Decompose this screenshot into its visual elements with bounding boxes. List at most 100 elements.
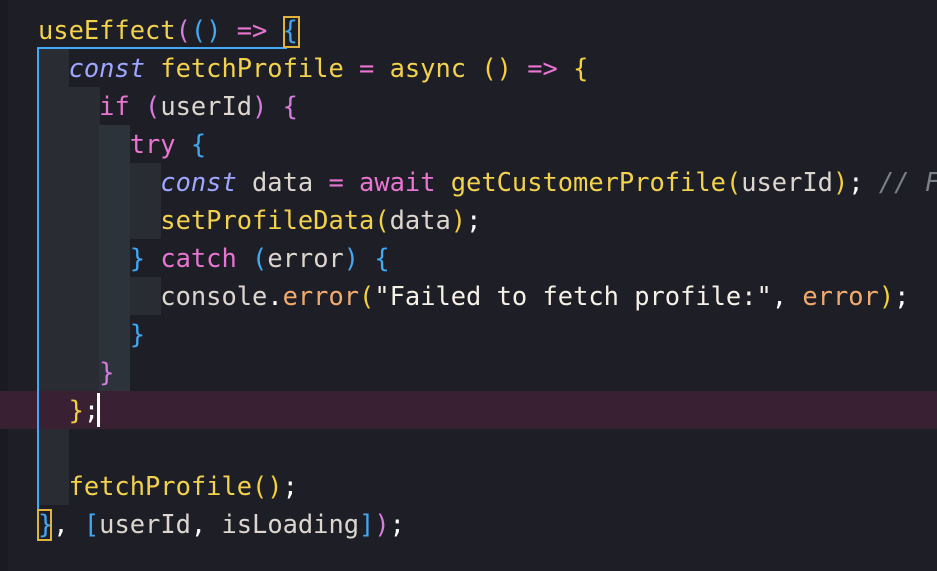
code-line[interactable]: } bbox=[0, 315, 937, 353]
code-token: ( bbox=[145, 91, 161, 121]
code-token: // F bbox=[863, 167, 937, 197]
code-line[interactable]: const data = await getCustomerProfile(us… bbox=[0, 163, 937, 201]
code-token: try bbox=[129, 129, 176, 159]
code-line[interactable]: console.error("Failed to fetch profile:"… bbox=[0, 277, 937, 315]
code-token: ; bbox=[389, 509, 405, 539]
code-token: { bbox=[190, 129, 207, 159]
code-text: } bbox=[38, 315, 145, 353]
code-line[interactable]: useEffect(() => { bbox=[0, 11, 937, 49]
code-line[interactable]: const fetchProfile = async () => { bbox=[0, 49, 937, 87]
code-token: ; bbox=[466, 205, 482, 235]
code-token: ( bbox=[725, 167, 742, 197]
code-token: , bbox=[190, 509, 222, 539]
code-token: ) bbox=[878, 281, 895, 311]
code-token: getCustomerProfile bbox=[435, 167, 726, 197]
code-token: error bbox=[282, 281, 360, 311]
code-text: if (userId) { bbox=[38, 87, 298, 125]
code-token: data bbox=[389, 205, 451, 235]
code-token: () bbox=[190, 15, 222, 45]
code-token: ] bbox=[359, 509, 375, 539]
code-text: useEffect(() => { bbox=[38, 11, 298, 49]
code-text: }; bbox=[38, 391, 100, 429]
code-text: } bbox=[38, 353, 114, 391]
code-token: fetchProfile bbox=[68, 471, 253, 501]
code-token: , bbox=[53, 509, 84, 539]
code-token: const bbox=[160, 167, 237, 197]
code-text: const fetchProfile = async () => { bbox=[38, 49, 589, 87]
active-scope-guide bbox=[37, 49, 39, 515]
code-token: . bbox=[267, 281, 283, 311]
code-text: }, [userId, isLoading]); bbox=[38, 505, 405, 543]
code-token: ) bbox=[832, 167, 849, 197]
code-editor[interactable]: useEffect(() => { const fetchProfile = a… bbox=[0, 0, 937, 571]
active-scope-guide bbox=[37, 47, 287, 49]
code-token: setProfileData bbox=[160, 205, 375, 235]
code-line[interactable]: } catch (error) { bbox=[0, 239, 937, 277]
code-token: () bbox=[481, 53, 512, 83]
code-token: "Failed to fetch profile:" bbox=[374, 281, 772, 311]
code-token: ) bbox=[450, 205, 467, 235]
code-line[interactable]: setProfileData(data); bbox=[0, 201, 937, 239]
code-token: } bbox=[129, 243, 146, 273]
code-token: } bbox=[68, 395, 84, 425]
current-line[interactable]: }; bbox=[0, 391, 937, 429]
code-token: ) bbox=[343, 243, 360, 273]
code-text: try { bbox=[38, 125, 206, 163]
code-line[interactable]: } bbox=[0, 353, 937, 391]
code-token: console bbox=[160, 281, 268, 311]
code-token: ; bbox=[848, 167, 864, 197]
bracket-match-highlight bbox=[283, 16, 300, 48]
code-line[interactable]: try { bbox=[0, 125, 937, 163]
code-token: catch bbox=[160, 243, 237, 273]
code-text: fetchProfile(); bbox=[38, 467, 298, 505]
code-token: userId bbox=[99, 509, 191, 539]
code-token: await bbox=[359, 167, 436, 197]
code-token: () bbox=[252, 471, 283, 501]
bracket-match-highlight bbox=[37, 509, 52, 541]
code-token: async bbox=[374, 53, 482, 83]
code-token: => bbox=[511, 53, 574, 83]
code-token: , bbox=[771, 281, 803, 311]
code-line[interactable]: }, [userId, isLoading]); bbox=[0, 505, 937, 543]
code-line[interactable] bbox=[0, 429, 937, 467]
code-token: } bbox=[99, 357, 115, 387]
code-token: { bbox=[374, 243, 390, 273]
code-token: ; bbox=[282, 471, 298, 501]
code-line[interactable]: if (userId) { bbox=[0, 87, 937, 125]
code-token: isLoading bbox=[221, 509, 360, 539]
code-token: ( bbox=[359, 281, 375, 311]
text-cursor bbox=[97, 393, 100, 427]
code-text: const data = await getCustomerProfile(us… bbox=[38, 163, 937, 201]
code-token: ( bbox=[252, 243, 268, 273]
code-token: } bbox=[129, 319, 146, 349]
code-token: { bbox=[282, 91, 298, 121]
code-token: = bbox=[359, 53, 375, 83]
code-line[interactable]: fetchProfile(); bbox=[0, 467, 937, 505]
code-token: const bbox=[68, 53, 146, 83]
code-token: ; bbox=[894, 281, 910, 311]
code-text: } catch (error) { bbox=[38, 239, 390, 277]
code-token: ) bbox=[252, 91, 268, 121]
code-token: fetchProfile bbox=[145, 53, 360, 83]
code-token: data bbox=[236, 167, 329, 197]
code-token: { bbox=[573, 53, 589, 83]
code-token: userId bbox=[160, 91, 253, 121]
code-token: ( bbox=[175, 15, 191, 45]
code-token: ( bbox=[374, 205, 390, 235]
code-token: = bbox=[328, 167, 344, 197]
